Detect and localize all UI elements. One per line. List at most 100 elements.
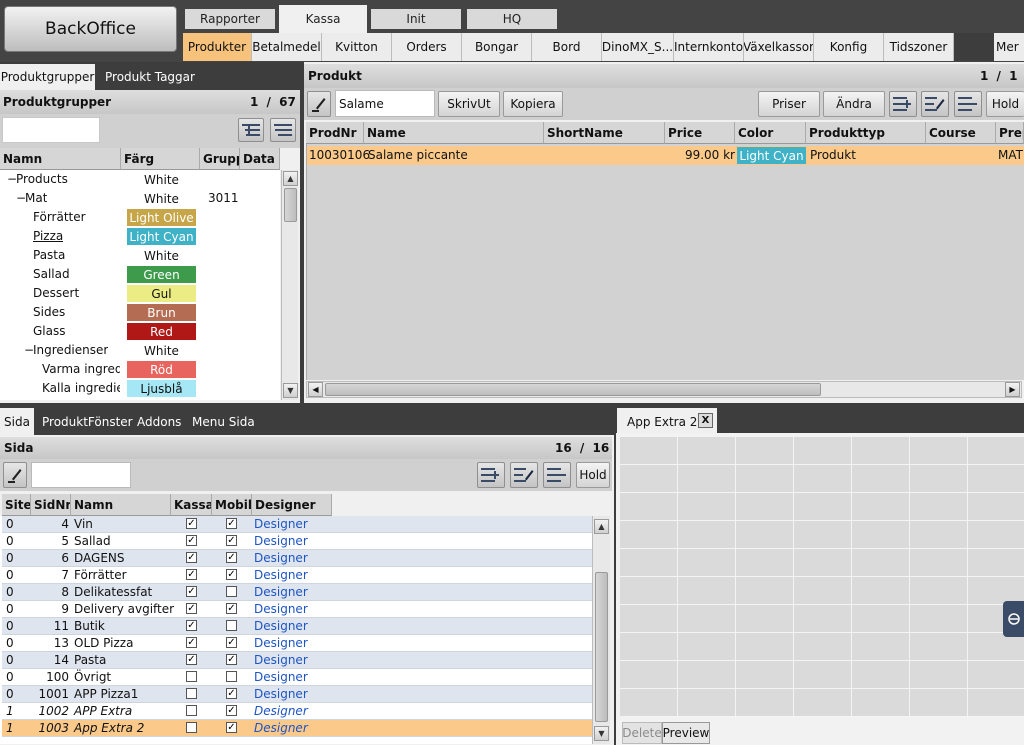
mobil-checkbox[interactable]: ✓: [226, 637, 237, 648]
tree-row[interactable]: Förrätter Light Olive: [0, 208, 280, 227]
grid-cell[interactable]: [678, 689, 736, 717]
designer-link[interactable]: Designer: [254, 687, 308, 701]
grid-cell[interactable]: [910, 549, 968, 577]
designer-link[interactable]: Designer: [254, 568, 308, 582]
grid-cell[interactable]: [968, 493, 1024, 521]
grid-cell[interactable]: [736, 689, 794, 717]
col-shortname[interactable]: ShortName: [544, 122, 665, 144]
remove-group-icon[interactable]: [270, 118, 296, 142]
designer-link[interactable]: Designer: [254, 585, 308, 599]
mobil-checkbox[interactable]: ✓: [226, 535, 237, 546]
subtab-bord[interactable]: Bord: [532, 33, 602, 61]
tab-init[interactable]: Init: [371, 9, 461, 29]
mobil-checkbox[interactable]: [226, 620, 237, 631]
col-kassa[interactable]: Kassa: [171, 494, 212, 516]
grid-cell[interactable]: [736, 577, 794, 605]
tab-sida[interactable]: Sida: [0, 408, 34, 435]
group-tree-scrollbar[interactable]: ▲ ▼: [281, 170, 298, 400]
grid-cell[interactable]: [620, 493, 678, 521]
product-search-input[interactable]: Salame: [335, 90, 435, 117]
subtab-produkter[interactable]: Produkter: [183, 33, 252, 61]
add-product-icon[interactable]: [889, 91, 917, 117]
kassa-checkbox[interactable]: ✓: [186, 518, 197, 529]
col-name[interactable]: Name: [364, 122, 544, 144]
kassa-checkbox[interactable]: [186, 688, 197, 699]
grid-cell[interactable]: [678, 493, 736, 521]
grid-cell[interactable]: [736, 521, 794, 549]
kopiera-button[interactable]: Kopiera: [503, 91, 563, 117]
col-prodnr[interactable]: ProdNr: [306, 122, 364, 144]
mobil-checkbox[interactable]: ✓: [226, 705, 237, 716]
kassa-checkbox[interactable]: ✓: [186, 637, 197, 648]
designer-link[interactable]: Designer: [254, 534, 308, 548]
grid-cell[interactable]: [852, 465, 910, 493]
subtab-dinomx[interactable]: DinoMX_S...: [602, 33, 674, 61]
kassa-checkbox[interactable]: [186, 722, 197, 733]
h-scroll-thumb[interactable]: [325, 383, 821, 396]
tree-row[interactable]: Varma ingredi Röd: [0, 360, 280, 379]
grid-cell[interactable]: [794, 521, 852, 549]
grid-cell[interactable]: [910, 577, 968, 605]
mobil-checkbox[interactable]: ✓: [226, 603, 237, 614]
grid-cell[interactable]: [852, 437, 910, 465]
col-site[interactable]: Site: [2, 494, 31, 516]
table-row[interactable]: 0 13 OLD Pizza ✓ ✓ Designer: [2, 635, 592, 652]
grid-cell[interactable]: [678, 577, 736, 605]
grid-cell[interactable]: [910, 689, 968, 717]
grid-cell[interactable]: [620, 577, 678, 605]
tree-row[interactable]: − Mat White 3011: [0, 189, 280, 208]
designer-link[interactable]: Designer: [254, 551, 308, 565]
table-row[interactable]: 0 5 Sallad ✓ ✓ Designer: [2, 533, 592, 550]
grid-cell[interactable]: [852, 577, 910, 605]
designer-side-handle-icon[interactable]: [1003, 601, 1024, 637]
tree-row[interactable]: Pizza Light Cyan: [0, 227, 280, 246]
mobil-checkbox[interactable]: ✓: [226, 654, 237, 665]
col-farg[interactable]: Färg: [121, 148, 200, 170]
grid-cell[interactable]: [910, 521, 968, 549]
table-row[interactable]: 1 1002 APP Extra ✓ Designer: [2, 703, 592, 720]
product-h-scrollbar[interactable]: ◀ ▶: [306, 381, 1022, 398]
grid-cell[interactable]: [794, 661, 852, 689]
tree-row[interactable]: − Ingredienser White: [0, 341, 280, 360]
andra-button[interactable]: Ändra: [823, 91, 885, 117]
col-grupp[interactable]: Grupp: [200, 148, 240, 170]
tree-row[interactable]: Dessert Gul: [0, 284, 280, 303]
mobil-checkbox[interactable]: [226, 671, 237, 682]
col-prep[interactable]: Prep: [996, 122, 1024, 144]
col-sidnr[interactable]: SidNr: [31, 494, 71, 516]
subtab-konfig[interactable]: Konfig: [814, 33, 884, 61]
subtab-orders[interactable]: Orders: [392, 33, 462, 61]
edit-pencil-icon[interactable]: [3, 462, 27, 488]
tree-row[interactable]: Sallad Green: [0, 265, 280, 284]
grid-cell[interactable]: [910, 661, 968, 689]
table-row[interactable]: 0 6 DAGENS ✓ ✓ Designer: [2, 550, 592, 567]
designer-link[interactable]: Designer: [254, 653, 308, 667]
col-produkttyp[interactable]: Produkttyp: [806, 122, 926, 144]
grid-cell[interactable]: [736, 465, 794, 493]
scroll-thumb[interactable]: [595, 572, 608, 722]
table-row[interactable]: 0 7 Förrätter ✓ ✓ Designer: [2, 567, 592, 584]
grid-cell[interactable]: [736, 633, 794, 661]
subtab-vaxelkassor[interactable]: Växelkassor: [744, 33, 814, 61]
col-price[interactable]: Price: [665, 122, 735, 144]
grid-cell[interactable]: [852, 605, 910, 633]
tab-menu-sida[interactable]: Menu Sida: [186, 408, 261, 435]
kassa-checkbox[interactable]: ✓: [186, 569, 197, 580]
grid-cell[interactable]: [794, 493, 852, 521]
grid-cell[interactable]: [794, 465, 852, 493]
subtab-internkonto[interactable]: Internkonto: [674, 33, 744, 61]
tree-row[interactable]: Kalla ingredie Ljusblå: [0, 379, 280, 398]
grid-cell[interactable]: [794, 577, 852, 605]
mobil-checkbox[interactable]: ✓: [226, 552, 237, 563]
backoffice-button[interactable]: BackOffice: [4, 6, 177, 52]
table-row[interactable]: 0 100 Övrigt Designer: [2, 669, 592, 686]
close-icon[interactable]: X: [698, 413, 713, 428]
table-row[interactable]: 0 4 Vin ✓ ✓ Designer: [2, 516, 592, 533]
priser-button[interactable]: Priser: [758, 91, 820, 117]
grid-cell[interactable]: [794, 437, 852, 465]
grid-cell[interactable]: [620, 605, 678, 633]
kassa-checkbox[interactable]: ✓: [186, 586, 197, 597]
add-sida-icon[interactable]: [477, 462, 505, 488]
grid-cell[interactable]: [794, 605, 852, 633]
grid-cell[interactable]: [620, 549, 678, 577]
